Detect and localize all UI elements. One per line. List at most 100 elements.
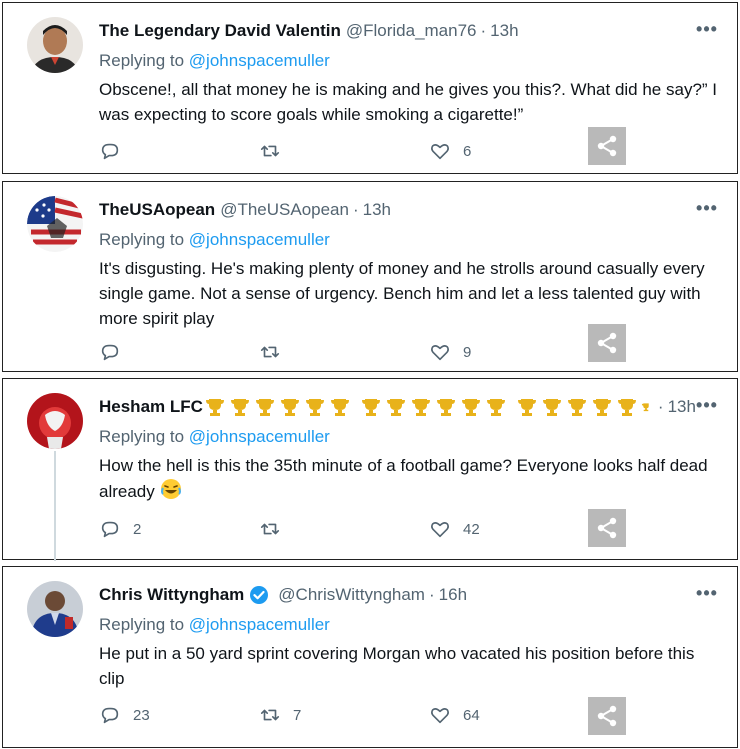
- trophy-icon: [330, 399, 349, 416]
- mention-link[interactable]: @johnspacemuller: [189, 615, 330, 634]
- trophy-icon: [411, 399, 430, 416]
- retweet-icon: [260, 346, 280, 358]
- replying-to: Replying to @johnspacemuller: [99, 51, 330, 71]
- laughing-emoji-icon: [160, 479, 181, 499]
- avatar[interactable]: [27, 393, 83, 449]
- reply-button[interactable]: 23: [99, 703, 259, 727]
- user-handle[interactable]: @Florida_man76: [346, 21, 477, 41]
- reply-icon: [101, 344, 119, 361]
- like-count: 9: [463, 343, 472, 361]
- like-count: 6: [463, 142, 472, 160]
- share-button[interactable]: [588, 127, 626, 165]
- timestamp[interactable]: 16h: [439, 585, 467, 605]
- avatar[interactable]: [27, 17, 83, 73]
- separator: ·: [352, 200, 359, 219]
- timestamp[interactable]: 13h: [668, 397, 696, 417]
- separator: ·: [428, 585, 435, 604]
- trophy-emoji-row: [204, 397, 654, 417]
- share-button[interactable]: [588, 509, 626, 547]
- retweet-icon: [260, 523, 280, 535]
- trophy-icon: [542, 399, 561, 416]
- reply-icon: [101, 707, 119, 724]
- more-options-icon[interactable]: •••: [695, 581, 719, 605]
- display-name[interactable]: The Legendary David Valentin: [99, 21, 341, 41]
- mention-link[interactable]: @johnspacemuller: [189, 427, 330, 446]
- heart-icon: [431, 522, 449, 538]
- reply-card[interactable]: Chris Wittyngham @ChrisWittyngham · 16h …: [2, 566, 738, 748]
- separator: ·: [480, 21, 487, 40]
- reply-card[interactable]: TheUSAopean @TheUSAopean · 13h ••• Reply…: [2, 181, 738, 372]
- trophy-icon: [280, 399, 299, 416]
- trophy-icon: [461, 399, 480, 416]
- reply-button[interactable]: 2: [99, 517, 259, 541]
- trophy-icon: [567, 399, 586, 416]
- replying-prefix: Replying to: [99, 51, 185, 70]
- trophy-icon: [361, 399, 380, 416]
- avatar[interactable]: [27, 196, 83, 252]
- trophy-icon: [592, 399, 611, 416]
- trophy-icon: [255, 399, 274, 416]
- replying-to: Replying to @johnspacemuller: [99, 615, 330, 635]
- tweet-text: Obscene!, all that money he is making an…: [99, 80, 718, 124]
- trophy-icon: [517, 399, 536, 416]
- separator: ·: [657, 397, 664, 416]
- reply-count: 23: [133, 706, 150, 724]
- reply-card[interactable]: The Legendary David Valentin @Florida_ma…: [2, 2, 738, 174]
- display-name[interactable]: Chris Wittyngham: [99, 585, 244, 605]
- display-name[interactable]: TheUSAopean: [99, 200, 215, 220]
- user-handle[interactable]: @ChrisWittyngham: [278, 585, 425, 605]
- trophy-icon: [436, 399, 455, 416]
- more-options-icon[interactable]: •••: [695, 393, 719, 417]
- replying-to: Replying to @johnspacemuller: [99, 230, 330, 250]
- heart-icon: [431, 345, 449, 361]
- trophy-icon: [305, 399, 324, 416]
- retweet-button[interactable]: [259, 517, 429, 541]
- replying-prefix: Replying to: [99, 230, 185, 249]
- thread-line: [54, 451, 56, 561]
- reply-icon: [101, 143, 119, 160]
- timestamp[interactable]: 13h: [363, 200, 391, 220]
- reply-button[interactable]: [99, 139, 259, 163]
- tweet-text: How the hell is this the 35th minute of …: [99, 453, 719, 504]
- like-count: 42: [463, 520, 480, 538]
- replying-to: Replying to @johnspacemuller: [99, 427, 330, 447]
- retweet-count: 7: [293, 706, 302, 724]
- share-icon: [597, 332, 617, 354]
- more-options-icon[interactable]: •••: [695, 196, 719, 220]
- share-icon: [597, 705, 617, 727]
- like-count: 64: [463, 706, 480, 724]
- trophy-icon: [617, 399, 636, 416]
- like-button[interactable]: 6: [429, 139, 549, 163]
- trophy-icon: [230, 399, 249, 416]
- share-button[interactable]: [588, 324, 626, 362]
- reply-card[interactable]: Hesham LFC · 13h ••• Replying to @johnsp…: [2, 378, 738, 561]
- retweet-icon: [260, 709, 280, 721]
- retweet-button[interactable]: [259, 139, 429, 163]
- user-handle[interactable]: @TheUSAopean: [220, 200, 349, 220]
- retweet-button[interactable]: 7: [259, 703, 429, 727]
- tweet-text-body: How the hell is this the 35th minute of …: [99, 456, 708, 501]
- reply-icon: [101, 521, 119, 538]
- display-name[interactable]: Hesham LFC: [99, 397, 203, 417]
- more-options-icon[interactable]: •••: [695, 17, 719, 41]
- reply-button[interactable]: [99, 340, 259, 364]
- tweet-text: It's disgusting. He's making plenty of m…: [99, 259, 705, 328]
- avatar[interactable]: [27, 581, 83, 637]
- reply-count: 2: [133, 520, 142, 538]
- trophy-icon: [205, 399, 224, 416]
- mention-link[interactable]: @johnspacemuller: [189, 51, 330, 70]
- tweet-text: He put in a 50 yard sprint covering Morg…: [99, 644, 695, 688]
- share-button[interactable]: [588, 697, 626, 735]
- timestamp[interactable]: 13h: [490, 21, 518, 41]
- heart-icon: [431, 144, 449, 160]
- trophy-icon: [386, 399, 405, 416]
- like-button[interactable]: 9: [429, 340, 549, 364]
- mention-link[interactable]: @johnspacemuller: [189, 230, 330, 249]
- like-button[interactable]: 64: [429, 703, 549, 727]
- like-button[interactable]: 42: [429, 517, 549, 541]
- retweet-button[interactable]: [259, 340, 429, 364]
- replying-prefix: Replying to: [99, 427, 185, 446]
- verified-badge-icon: [249, 585, 269, 605]
- heart-icon: [431, 708, 449, 724]
- retweet-icon: [260, 145, 280, 157]
